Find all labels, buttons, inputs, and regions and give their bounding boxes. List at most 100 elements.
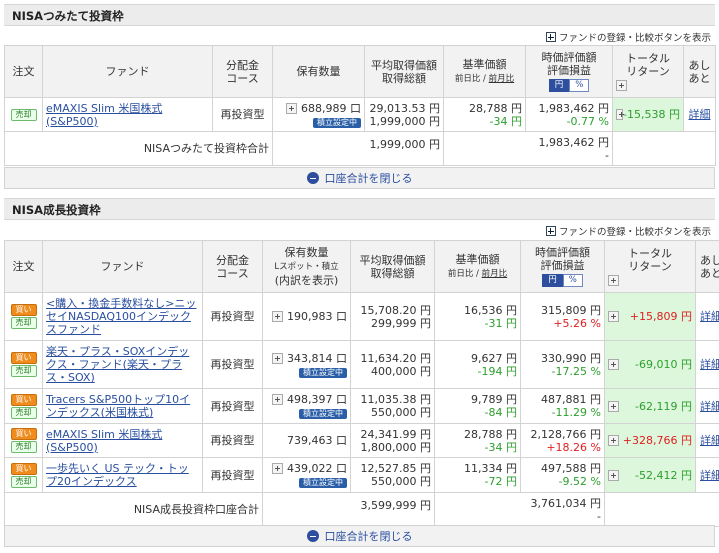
toggle-pct[interactable]: % [562,274,583,287]
base-cell: 28,788 円 -34 円 [434,423,521,458]
register-compare-label: ファンドの登録・比較ボタンを表示 [558,227,711,238]
col-dist: 分配金 コース [202,240,263,293]
show-breakdown-link[interactable]: (内訳を表示) [275,274,339,287]
sort-prev-month[interactable]: 前月比 [489,74,515,84]
detail-link[interactable]: 詳細 [700,469,719,482]
table-row: 買い 売却 Tracers S&P500トップ10インデックス(米国株式) 再投… [4,388,719,424]
register-compare-link[interactable]: ファンドの登録・比較ボタンを表示 [545,224,711,238]
fund-cell: eMAXIS Slim 米国株式(S&P500) [42,97,213,132]
sell-button[interactable]: 売却 [10,406,37,419]
minus-circle-icon [306,172,319,184]
col-mv: 時価評価額 評価損益 円% [525,45,613,98]
col-fund: ファンド [42,45,213,98]
avg-cell: 24,341.99 円 1,800,000 円 [350,423,435,458]
expand-plus-icon[interactable] [272,352,284,364]
col-total-return: トータル リターン [604,240,696,293]
detail-link[interactable]: 詳細 [700,434,719,447]
holding-cell: 190,983 口 [262,292,351,341]
close-account-total-button[interactable]: 口座合計を閉じる [4,525,715,547]
total-return-cell: -15,538 円 [612,97,684,132]
sort-prev-month[interactable]: 前月比 [482,269,508,279]
sort-prev-day[interactable]: 前日比 [455,74,481,84]
col-avg: 平均取得価額 取得総額 [350,240,435,293]
col-order: 注文 [4,240,43,293]
close-account-total-button[interactable]: 口座合計を閉じる [4,167,715,189]
expand-plus-icon[interactable] [272,311,284,322]
order-cell: 売却 [4,97,43,132]
course-cell: 再投資型 [202,340,263,389]
fund-link[interactable]: Tracers S&P500トップ10インデックス(米国株式) [46,393,190,419]
buy-button[interactable]: 買い [10,428,37,440]
tsumitate-badge[interactable]: 積立設定中 [299,367,347,378]
detail-link[interactable]: 詳細 [700,358,719,371]
buy-button[interactable]: 買い [10,393,37,406]
section-title: NISAつみたて投資枠 [12,9,124,23]
tsumitate-badge[interactable]: 積立設定中 [299,409,347,419]
sell-button[interactable]: 売却 [10,475,37,488]
expand-plus-icon[interactable] [286,102,298,114]
mv-cell: 315,809 円 +5.26 % [520,292,605,341]
col-mv: 時価評価額 評価損益 円% [520,240,605,293]
toggle-yen[interactable]: 円 [548,79,570,92]
expand-plus-icon[interactable] [608,435,619,446]
buy-button[interactable]: 買い [10,462,37,475]
avg-cell: 15,708.20 円 299,999 円 [350,292,435,341]
mv-cell: 487,881 円 -11.29 % [520,388,605,424]
expand-plus-icon[interactable] [608,275,619,286]
detail-link[interactable]: 詳細 [700,310,719,323]
base-cell: 11,334 円 -72 円 [434,457,521,493]
buy-button[interactable]: 買い [10,304,37,316]
tsumitate-badge[interactable]: 積立設定中 [313,117,361,128]
base-cell: 9,789 円 -84 円 [434,388,521,424]
register-compare-label: ファンドの登録・比較ボタンを表示 [558,33,711,44]
sell-button[interactable]: 売却 [10,108,37,121]
fund-link[interactable]: 一歩先いく US テック・トップ20インデックス [46,462,189,488]
close-account-label: 口座合計を閉じる [324,172,413,185]
summary-mv: 1,983,462 円- [525,131,613,166]
fund-link[interactable]: 楽天・プラス・SOXインデックス・ファンド(楽天・プラス・SOX) [46,345,189,384]
sell-button[interactable]: 売却 [10,317,37,329]
summary-mv: 3,761,034 円- [520,492,605,527]
tsumitate-badge[interactable]: 積立設定中 [299,478,347,488]
toggle-pct[interactable]: % [569,79,590,92]
sort-prev-day[interactable]: 前日比 [448,269,474,279]
total-return-cell: -52,412 円 [604,457,696,493]
detail-cell: 詳細 [683,97,716,132]
table-row: 売却 eMAXIS Slim 米国株式(S&P500) 再投資型 688,989… [4,97,716,132]
sell-button[interactable]: 売却 [10,441,37,453]
expand-plus-icon[interactable] [272,463,284,474]
summary-row: NISAつみたて投資枠合計 1,999,000 円 1,983,462 円- [4,131,716,166]
summary-row: NISA成長投資枠口座合計 3,599,999 円 3,761,034 円- [4,492,719,527]
total-return-cell: +328,766 円 [604,423,696,458]
buy-button[interactable]: 買い [10,352,37,364]
expand-plus-icon[interactable] [272,394,284,405]
toggle-yen[interactable]: 円 [542,274,563,287]
register-compare-link[interactable]: ファンドの登録・比較ボタンを表示 [545,30,711,44]
expand-plus-icon[interactable] [608,469,619,481]
fund-link[interactable]: eMAXIS Slim 米国株式(S&P500) [46,428,162,454]
base-cell: 28,788 円 -34 円 [443,97,526,132]
section-title: NISA成長投資枠 [12,203,101,217]
col-ashiato: あし あと [683,45,716,98]
close-account-label: 口座合計を閉じる [324,530,413,543]
expand-plus-icon[interactable] [608,311,619,322]
expand-plus-icon[interactable] [616,80,627,91]
detail-link[interactable]: 詳細 [700,400,719,413]
expand-plus-icon[interactable] [616,109,625,120]
expand-plus-icon[interactable] [608,359,619,370]
mv-cell: 497,588 円 -9.52 % [520,457,605,493]
detail-link[interactable]: 詳細 [689,108,711,121]
fund-link[interactable]: <購入・換金手数料なし>ニッセイNASDAQ100インデックスファンド [46,297,196,336]
plus-icon [545,226,556,236]
plus-icon [545,32,556,42]
fund-link[interactable]: eMAXIS Slim 米国株式(S&P500) [46,102,162,128]
summary-total: 3,599,999 円 [262,492,435,527]
table-row: 買い 売却 一歩先いく US テック・トップ20インデックス 再投資型 439,… [4,457,719,493]
expand-plus-icon[interactable] [608,400,619,412]
avg-cell: 12,527.85 円 550,000 円 [350,457,435,493]
minus-circle-icon [306,530,319,542]
section-header-tsumitate: NISAつみたて投資枠 [4,4,715,26]
summary-total: 1,999,000 円 [272,131,444,166]
course-cell: 再投資型 [212,97,273,132]
sell-button[interactable]: 売却 [10,365,37,377]
